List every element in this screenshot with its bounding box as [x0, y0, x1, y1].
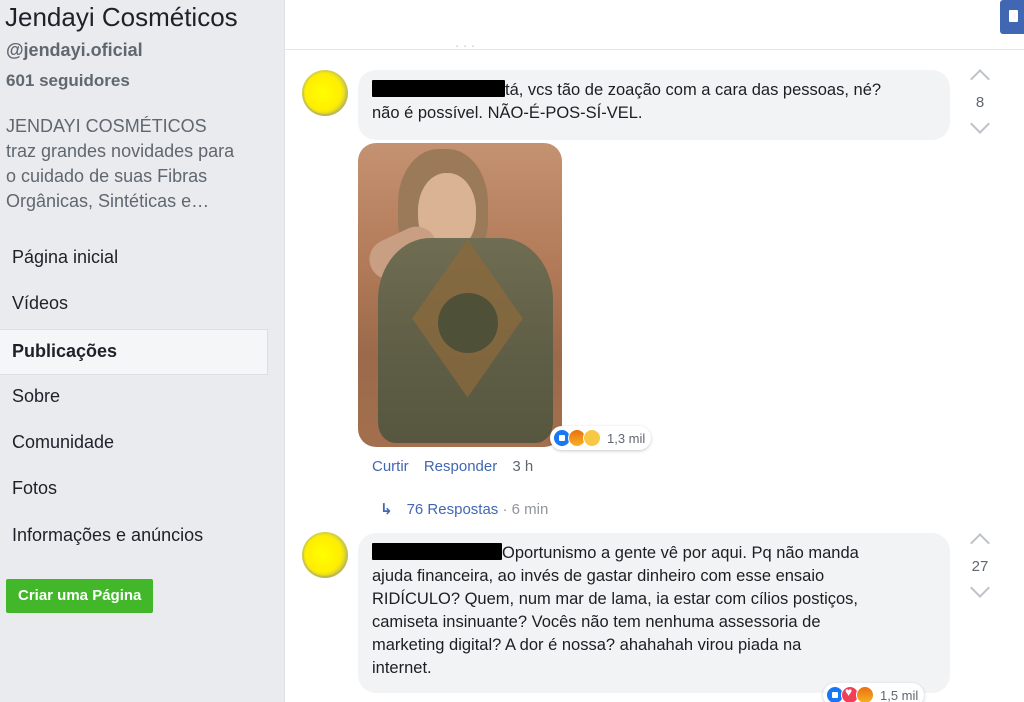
commenter-avatar[interactable]	[302, 70, 348, 116]
follower-count: 601 seguidores	[6, 71, 130, 90]
comment-text-line: Oportunismo a gente vê por aqui. Pq não …	[372, 542, 936, 565]
nav-item-info-and-ads[interactable]: Informações e anúncios	[0, 514, 268, 560]
downvote-icon[interactable]	[970, 578, 990, 598]
messenger-button[interactable]	[1000, 0, 1024, 34]
commenter-avatar[interactable]	[302, 532, 348, 578]
comment-text-line: tá, vcs tão de zoação com a cara das pes…	[372, 79, 936, 102]
replies-separator: ·	[502, 501, 508, 518]
reply-link[interactable]: Responder	[424, 458, 497, 475]
comment-text: não é possível. NÃO-É-POS-SÍ-VEL.	[372, 104, 643, 122]
page-nav: Página inicial Vídeos Publicações Sobre …	[0, 236, 268, 560]
nav-item-about[interactable]: Sobre	[0, 375, 268, 421]
comments-panel: · · · tá, vcs tão de zoação com a cara d…	[284, 0, 1024, 702]
message-icon	[1009, 10, 1018, 22]
redacted-author-name	[372, 543, 502, 560]
vote-count: 8	[975, 94, 985, 111]
reaction-summary[interactable]: 1,5 mil	[823, 683, 925, 702]
angry-reaction-icon	[856, 686, 874, 702]
downvote-icon[interactable]	[970, 114, 990, 134]
comment-timestamp[interactable]: 3 h	[512, 458, 533, 475]
nav-item-photos[interactable]: Fotos	[0, 467, 268, 513]
nav-item-posts[interactable]: Publicações	[0, 328, 268, 375]
comment-bubble: tá, vcs tão de zoação com a cara das pes…	[358, 70, 950, 140]
replies-count: 76 Respostas	[406, 501, 499, 518]
comment-bubble: Oportunismo a gente vê por aqui. Pq não …	[358, 533, 950, 693]
comment-text: ajuda financeira, ao invés de gastar din…	[372, 567, 858, 677]
page-about: JENDAYI COSMÉTICOS traz grandes novidade…	[6, 116, 235, 211]
reaction-count: 1,3 mil	[607, 430, 646, 446]
page-name[interactable]: Jendayi Cosméticos	[5, 2, 238, 33]
replies-time: 6 min	[511, 501, 549, 518]
comment-actions: Curtir Responder 3 h	[372, 458, 533, 475]
vote-count: 27	[971, 558, 989, 575]
nav-item-videos[interactable]: Vídeos	[0, 282, 268, 328]
upvote-icon[interactable]	[970, 533, 990, 553]
faded-text-icon: · · ·	[455, 38, 476, 53]
sad-reaction-icon	[583, 429, 601, 447]
previous-comment-strip: · · ·	[285, 0, 1024, 53]
nav-item-home[interactable]: Página inicial	[0, 236, 268, 282]
comment-text: Oportunismo a gente vê por aqui. Pq não …	[502, 544, 859, 562]
vote-widget: 8	[965, 66, 995, 134]
reaction-count: 1,5 mil	[880, 687, 919, 702]
create-page-button[interactable]: Criar uma Página	[6, 579, 154, 613]
comment-photo[interactable]	[358, 143, 562, 447]
nav-item-community[interactable]: Comunidade	[0, 421, 268, 467]
redacted-author-name	[372, 80, 505, 97]
photo-flag-globe	[438, 293, 498, 353]
view-replies-link[interactable]: ↳ 76 Respostas · 6 min	[380, 500, 548, 518]
page-sidebar: Jendayi Cosméticos @jendayi.oficial 601 …	[0, 0, 270, 702]
like-link[interactable]: Curtir	[372, 458, 409, 475]
upvote-icon[interactable]	[970, 69, 990, 89]
vote-widget: 27	[965, 530, 995, 598]
reply-arrow-icon: ↳	[380, 501, 393, 518]
page-handle: @jendayi.oficial	[6, 40, 143, 60]
reaction-summary[interactable]: 1,3 mil	[550, 426, 652, 450]
comment-text: tá, vcs tão de zoação com a cara das pes…	[505, 81, 882, 99]
